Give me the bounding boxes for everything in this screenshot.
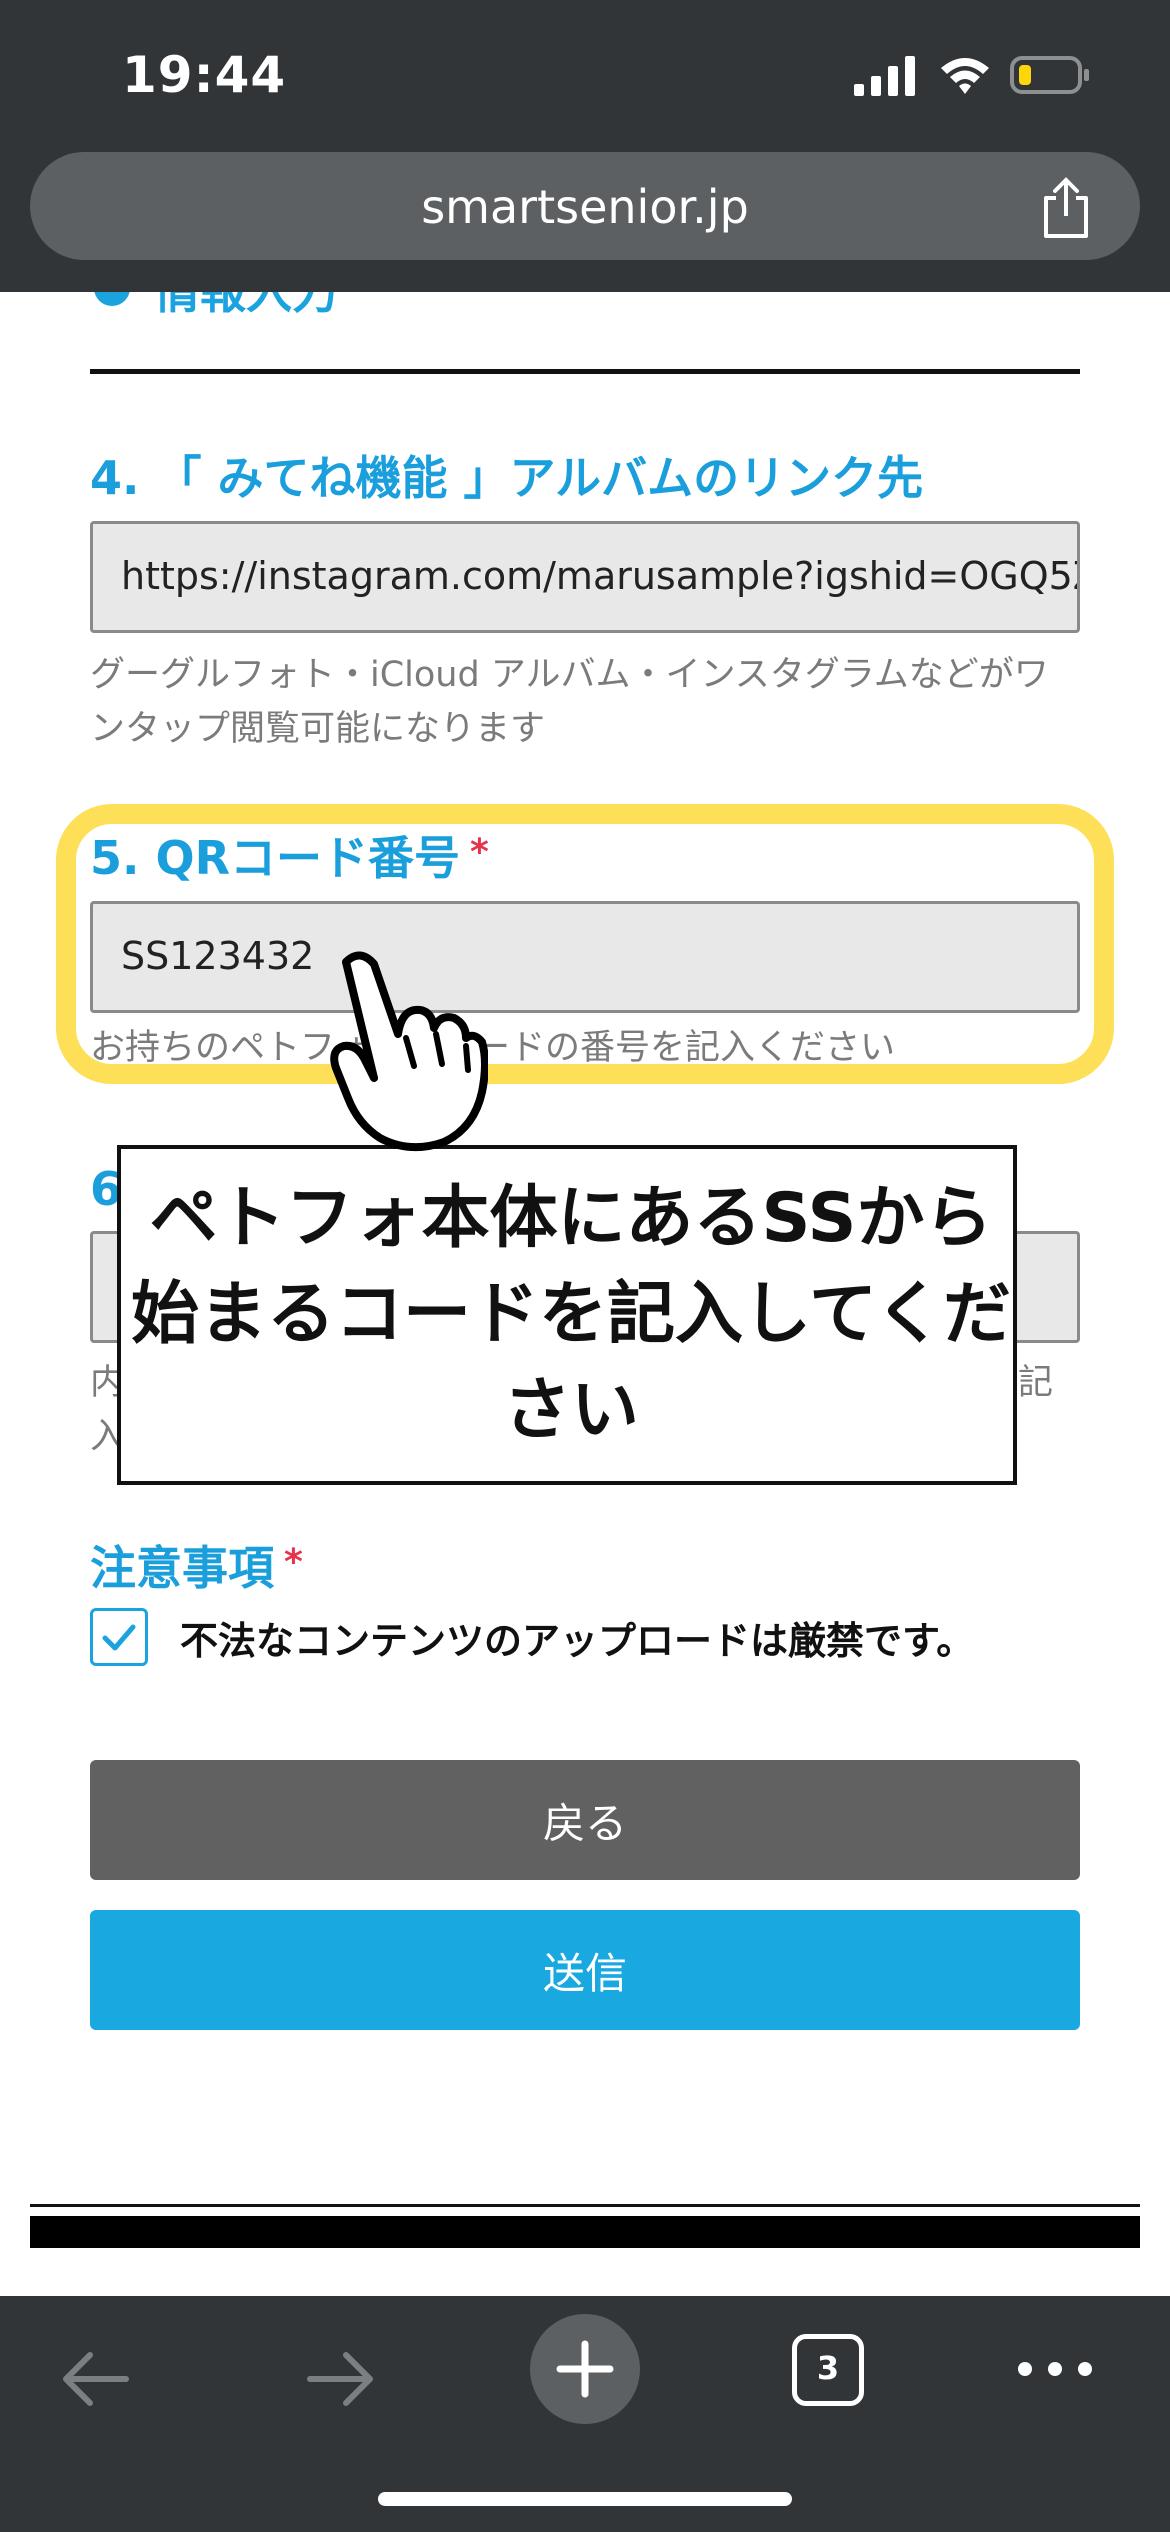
album-link-value: https://instagram.com/marusample?igshid=… <box>121 554 1077 598</box>
callout-text: ペトフォ本体にあるSSから始まるコードを記入してください <box>131 1179 1011 1450</box>
q4-title: 4. 「 みてね機能 」アルバムのリンク先 <box>90 451 924 505</box>
send-button[interactable]: 送信 <box>90 1910 1080 2030</box>
q5-title: 5. QRコード番号 * <box>90 822 489 888</box>
battery-icon <box>1010 56 1089 94</box>
plus-icon <box>556 2340 614 2398</box>
section-bullet-icon <box>94 292 130 306</box>
pointing-hand-icon <box>330 951 488 1152</box>
browser-toolbar: 3 <box>0 2296 1170 2532</box>
back-button[interactable]: 戻る <box>90 1760 1080 1880</box>
address-bar[interactable]: smartsenior.jp <box>30 152 1140 260</box>
notes-title-text: 注意事項 <box>90 1541 274 1595</box>
tabs-button[interactable]: 3 <box>792 2334 864 2406</box>
section-title: 情報入力 <box>154 292 338 319</box>
page-content: 情報入力 4. 「 みてね機能 」アルバムのリンク先 https://insta… <box>0 292 1170 2266</box>
notes-title: 注意事項 * <box>90 1532 303 1598</box>
section-divider <box>90 369 1080 374</box>
wifi-icon <box>941 58 989 94</box>
new-tab-button[interactable] <box>530 2314 640 2424</box>
required-mark: * <box>284 1542 303 1583</box>
status-time: 19:44 <box>122 46 287 104</box>
home-indicator <box>378 2492 792 2506</box>
browser-top-bar: 19:44 smartsenior.jp <box>0 0 1170 292</box>
more-icon[interactable] <box>1010 2354 1100 2384</box>
required-mark: * <box>470 832 489 873</box>
q4-hint: グーグルフォト・iCloud アルバム・インスタグラムなどがワンタップ閲覧可能に… <box>90 655 1049 749</box>
forward-arrow-icon[interactable] <box>300 2344 380 2414</box>
qr-code-input[interactable]: SS123432 <box>90 901 1080 1013</box>
url-text: smartsenior.jp <box>421 180 749 234</box>
qr-code-value: SS123432 <box>121 934 315 978</box>
checkbox-label: 不法なコンテンツのアップロードは厳禁です。 <box>180 1619 975 1663</box>
footer-divider <box>30 2204 1140 2207</box>
q5-title-text: 5. QRコード番号 <box>90 831 461 885</box>
q6-hint-line1-end: 記 <box>1018 1363 1054 1403</box>
back-arrow-icon[interactable] <box>56 2344 136 2414</box>
instruction-callout: ペトフォ本体にあるSSから始まるコードを記入してください <box>117 1145 1017 1485</box>
agree-checkbox[interactable] <box>90 1608 148 1666</box>
footer-bar <box>30 2216 1140 2248</box>
checkmark-icon <box>102 1624 136 1651</box>
tab-count: 3 <box>816 2349 840 2387</box>
share-icon[interactable] <box>1036 176 1096 240</box>
signal-icon <box>854 56 915 96</box>
album-link-input[interactable]: https://instagram.com/marusample?igshid=… <box>90 521 1080 633</box>
q5-hint: お持ちのペトフォ コードの番号を記入ください <box>90 1028 896 1068</box>
